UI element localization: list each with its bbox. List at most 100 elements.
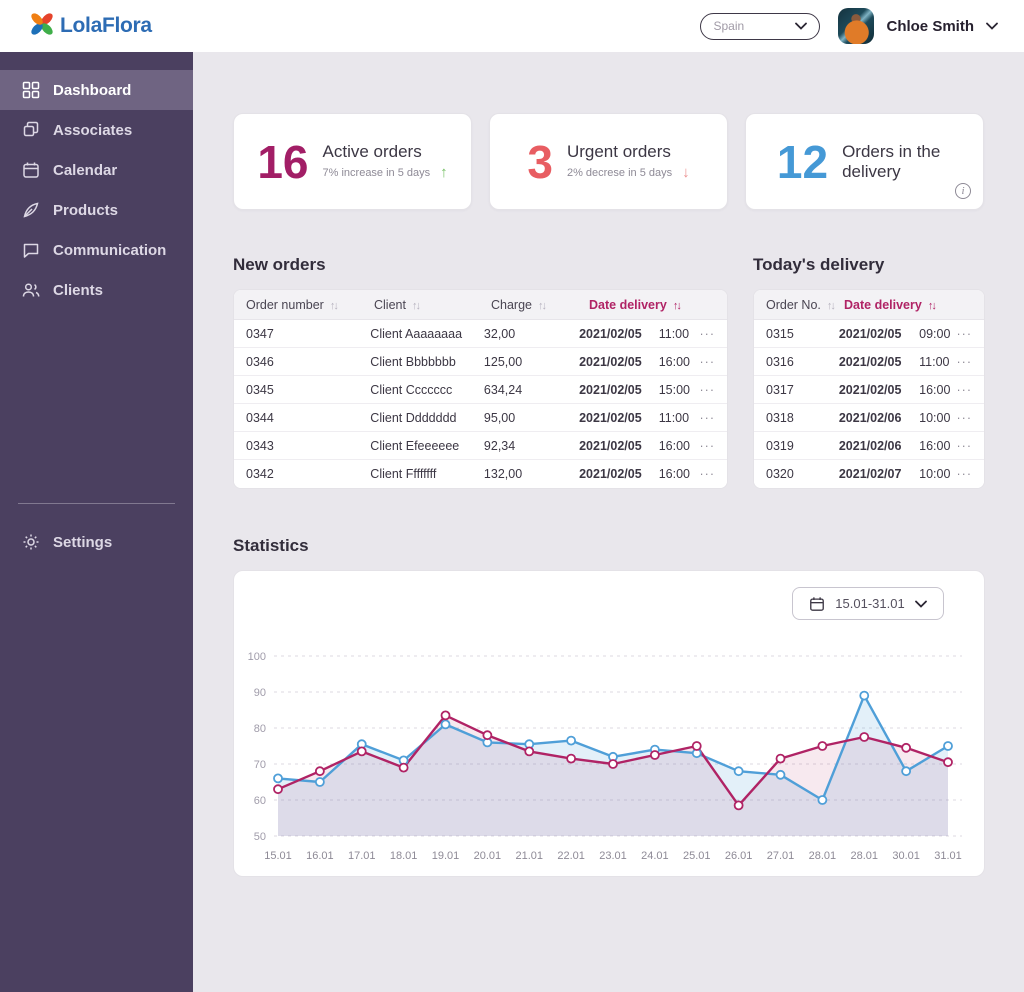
col-charge[interactable]: Charge ↑↓ [491,298,589,312]
order-number-cell: 0345 [246,382,274,397]
date-cell: 2021/02/05 [579,382,642,397]
sidebar-item-clients[interactable]: Clients [0,270,193,310]
sidebar-item-calendar[interactable]: Calendar [0,150,193,190]
urgent-orders-sub: 2% decrese in 5 days [566,166,673,179]
sort-icon: ↑↓ [329,299,339,312]
client-cell: Client Aaaaaaaa [370,326,463,341]
col-client[interactable]: Client ↑↓ [374,298,491,312]
chevron-down-icon [914,600,927,608]
svg-text:80: 80 [254,723,266,735]
row-actions-button[interactable]: ··· [957,467,984,481]
table-row: 0346 Client Bbbbbbb 125,00 2021/02/05 16:00 ·… [234,348,727,376]
row-actions-button[interactable]: ··· [700,327,728,341]
svg-text:50: 50 [254,831,266,843]
client-cell: Client Ccccccc [370,382,453,397]
row-actions-button[interactable]: ··· [700,467,728,481]
charge-cell: 32,00 [483,326,516,341]
charge-cell: 92,34 [483,438,516,453]
row-actions-button[interactable]: ··· [957,411,984,425]
table-row: 0317 2021/02/05 16:00 ··· [754,376,984,404]
svg-text:31.01: 31.01 [934,850,962,862]
time-cell: 16:00 [658,438,690,453]
user-menu[interactable]: Chloe Smith [838,8,998,44]
table-row: 0316 2021/02/05 11:00 ··· [754,348,984,376]
client-cell: Client Ffffffff [370,467,437,481]
date-cell: 2021/02/05 [838,382,902,397]
col-order-no[interactable]: Order No. ↑↓ [754,298,844,312]
date-cell: 2021/02/05 [579,354,642,369]
col-order-number[interactable]: Order number ↑↓ [234,298,374,312]
sidebar-item-label: Clients [53,281,104,299]
svg-text:26.01: 26.01 [725,850,753,862]
card-delivery-orders: 12 Orders in the delivery i [745,113,984,210]
client-cell: Client Efeeeeee [370,438,460,453]
date-cell: 2021/02/05 [579,467,642,481]
order-number-cell: 0343 [246,438,274,453]
grid-icon [22,81,40,99]
date-range-select[interactable]: 15.01-31.01 [792,587,944,620]
sidebar-item-dashboard[interactable]: Dashboard [0,70,193,110]
row-actions-button[interactable]: ··· [700,383,728,397]
new-orders-title: New orders [233,255,326,274]
sidebar-item-associates[interactable]: Associates [0,110,193,150]
trend-down-icon: ↓ [682,164,690,182]
row-actions-button[interactable]: ··· [957,327,984,341]
col-date-delivery[interactable]: Date delivery ↑↓ [589,298,682,312]
time-cell: 09:00 [919,326,951,341]
logo[interactable]: LolaFlora [28,10,152,43]
sort-icon: ↑↓ [411,299,421,312]
table-row: 0344 Client Ddddddd 95,00 2021/02/05 11:00 ··… [234,404,727,432]
active-orders-value: 16 [257,135,309,188]
calendar-icon [23,162,39,178]
date-cell: 2021/02/06 [838,438,902,453]
active-orders-label: Active orders [322,141,422,161]
chevron-down-icon [986,22,998,30]
stat-cards-row: 16 Active orders 7% increase in 5 days ↑ … [233,113,984,210]
col-date-delivery[interactable]: Date delivery ↑↓ [844,298,937,312]
svg-text:23.01: 23.01 [599,850,627,862]
sidebar-item-communication[interactable]: Communication [0,230,193,270]
sidebar-item-label: Associates [53,121,133,139]
info-icon[interactable]: i [955,183,971,199]
new-orders-body: 0347 Client Aaaaaaaa 32,00 2021/02/05 11:00 ·… [234,320,727,488]
urgent-orders-label: Urgent orders [566,141,671,161]
sidebar-item-label: Communication [53,241,167,259]
sidebar-item-label: Settings [53,533,113,551]
user-name: Chloe Smith [886,17,974,35]
pen-icon [23,202,39,218]
svg-text:30.01: 30.01 [892,850,920,862]
svg-text:70: 70 [254,759,266,771]
row-actions-button[interactable]: ··· [957,439,984,453]
svg-text:18.01: 18.01 [390,850,418,862]
sidebar-item-label: Products [53,201,119,219]
time-cell: 10:00 [919,410,951,425]
todays-delivery-table: Order No. ↑↓ Date delivery ↑↓ 0315 2021/02/… [753,289,985,489]
order-number-cell: 0319 [766,438,794,453]
svg-text:21.01: 21.01 [515,850,543,862]
calendar-icon [810,596,825,611]
svg-text:16.01: 16.01 [306,850,334,862]
todays-delivery-header: Order No. ↑↓ Date delivery ↑↓ [754,290,984,320]
charge-cell: 95,00 [483,410,516,425]
logo-text: LolaFlora [60,14,152,37]
client-cell: Client Bbbbbbb [370,354,456,369]
sort-active-icon: ↑↓ [927,299,937,312]
sidebar-divider [18,503,175,504]
row-actions-button[interactable]: ··· [700,411,728,425]
row-actions-button[interactable]: ··· [700,439,728,453]
row-actions-button[interactable]: ··· [957,383,984,397]
new-orders-header: Order number ↑↓ Client ↑↓ Charge ↑↓ Date de… [234,290,727,320]
country-select[interactable]: Spain [700,12,821,40]
svg-text:22.01: 22.01 [557,850,585,862]
sidebar-item-products[interactable]: Products [0,190,193,230]
date-cell: 2021/02/05 [579,326,642,341]
table-row: 0315 2021/02/05 09:00 ··· [754,320,984,348]
order-number-cell: 0347 [246,326,274,341]
order-number-cell: 0315 [766,326,794,341]
svg-text:24.01: 24.01 [641,850,669,862]
sidebar-item-settings[interactable]: Settings [0,522,193,562]
delivery-orders-label: Orders in the delivery [842,141,941,181]
row-actions-button[interactable]: ··· [700,355,728,369]
row-actions-button[interactable]: ··· [957,355,984,369]
